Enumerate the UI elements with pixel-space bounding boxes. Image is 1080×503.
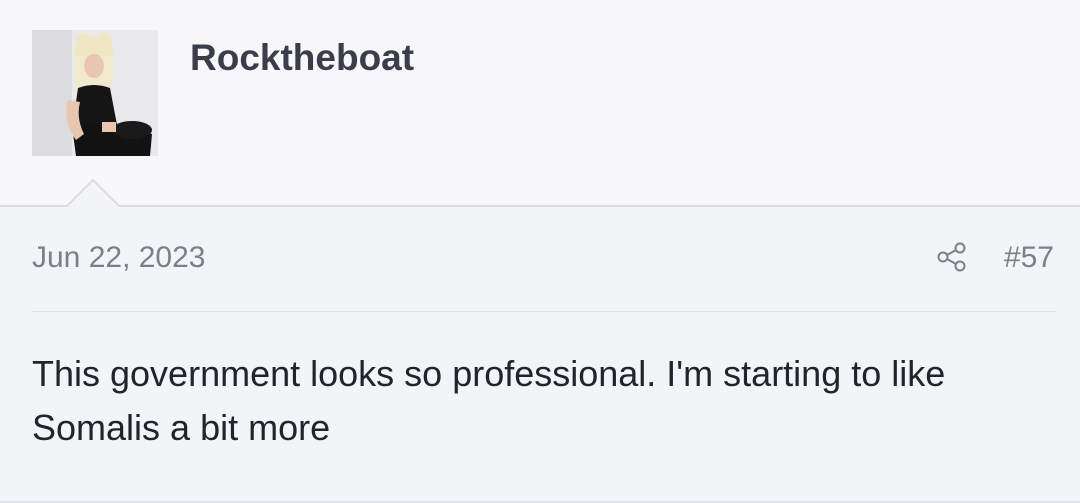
post-message: Jun 22, 2023 #57 This government looks s… (0, 207, 1080, 503)
message-arrow (61, 178, 125, 211)
divider (32, 311, 1056, 312)
share-nodes-icon (937, 242, 966, 272)
post-number-link[interactable]: #57 (1004, 240, 1054, 276)
avatar[interactable] (32, 30, 158, 156)
post-date[interactable]: Jun 22, 2023 (32, 240, 205, 276)
avatar-image (32, 30, 158, 156)
username[interactable]: Rocktheboat (190, 36, 414, 80)
user-header: Rocktheboat (0, 0, 1080, 211)
share-button[interactable] (934, 239, 970, 275)
post-body: This government looks so professional. I… (32, 353, 946, 448)
